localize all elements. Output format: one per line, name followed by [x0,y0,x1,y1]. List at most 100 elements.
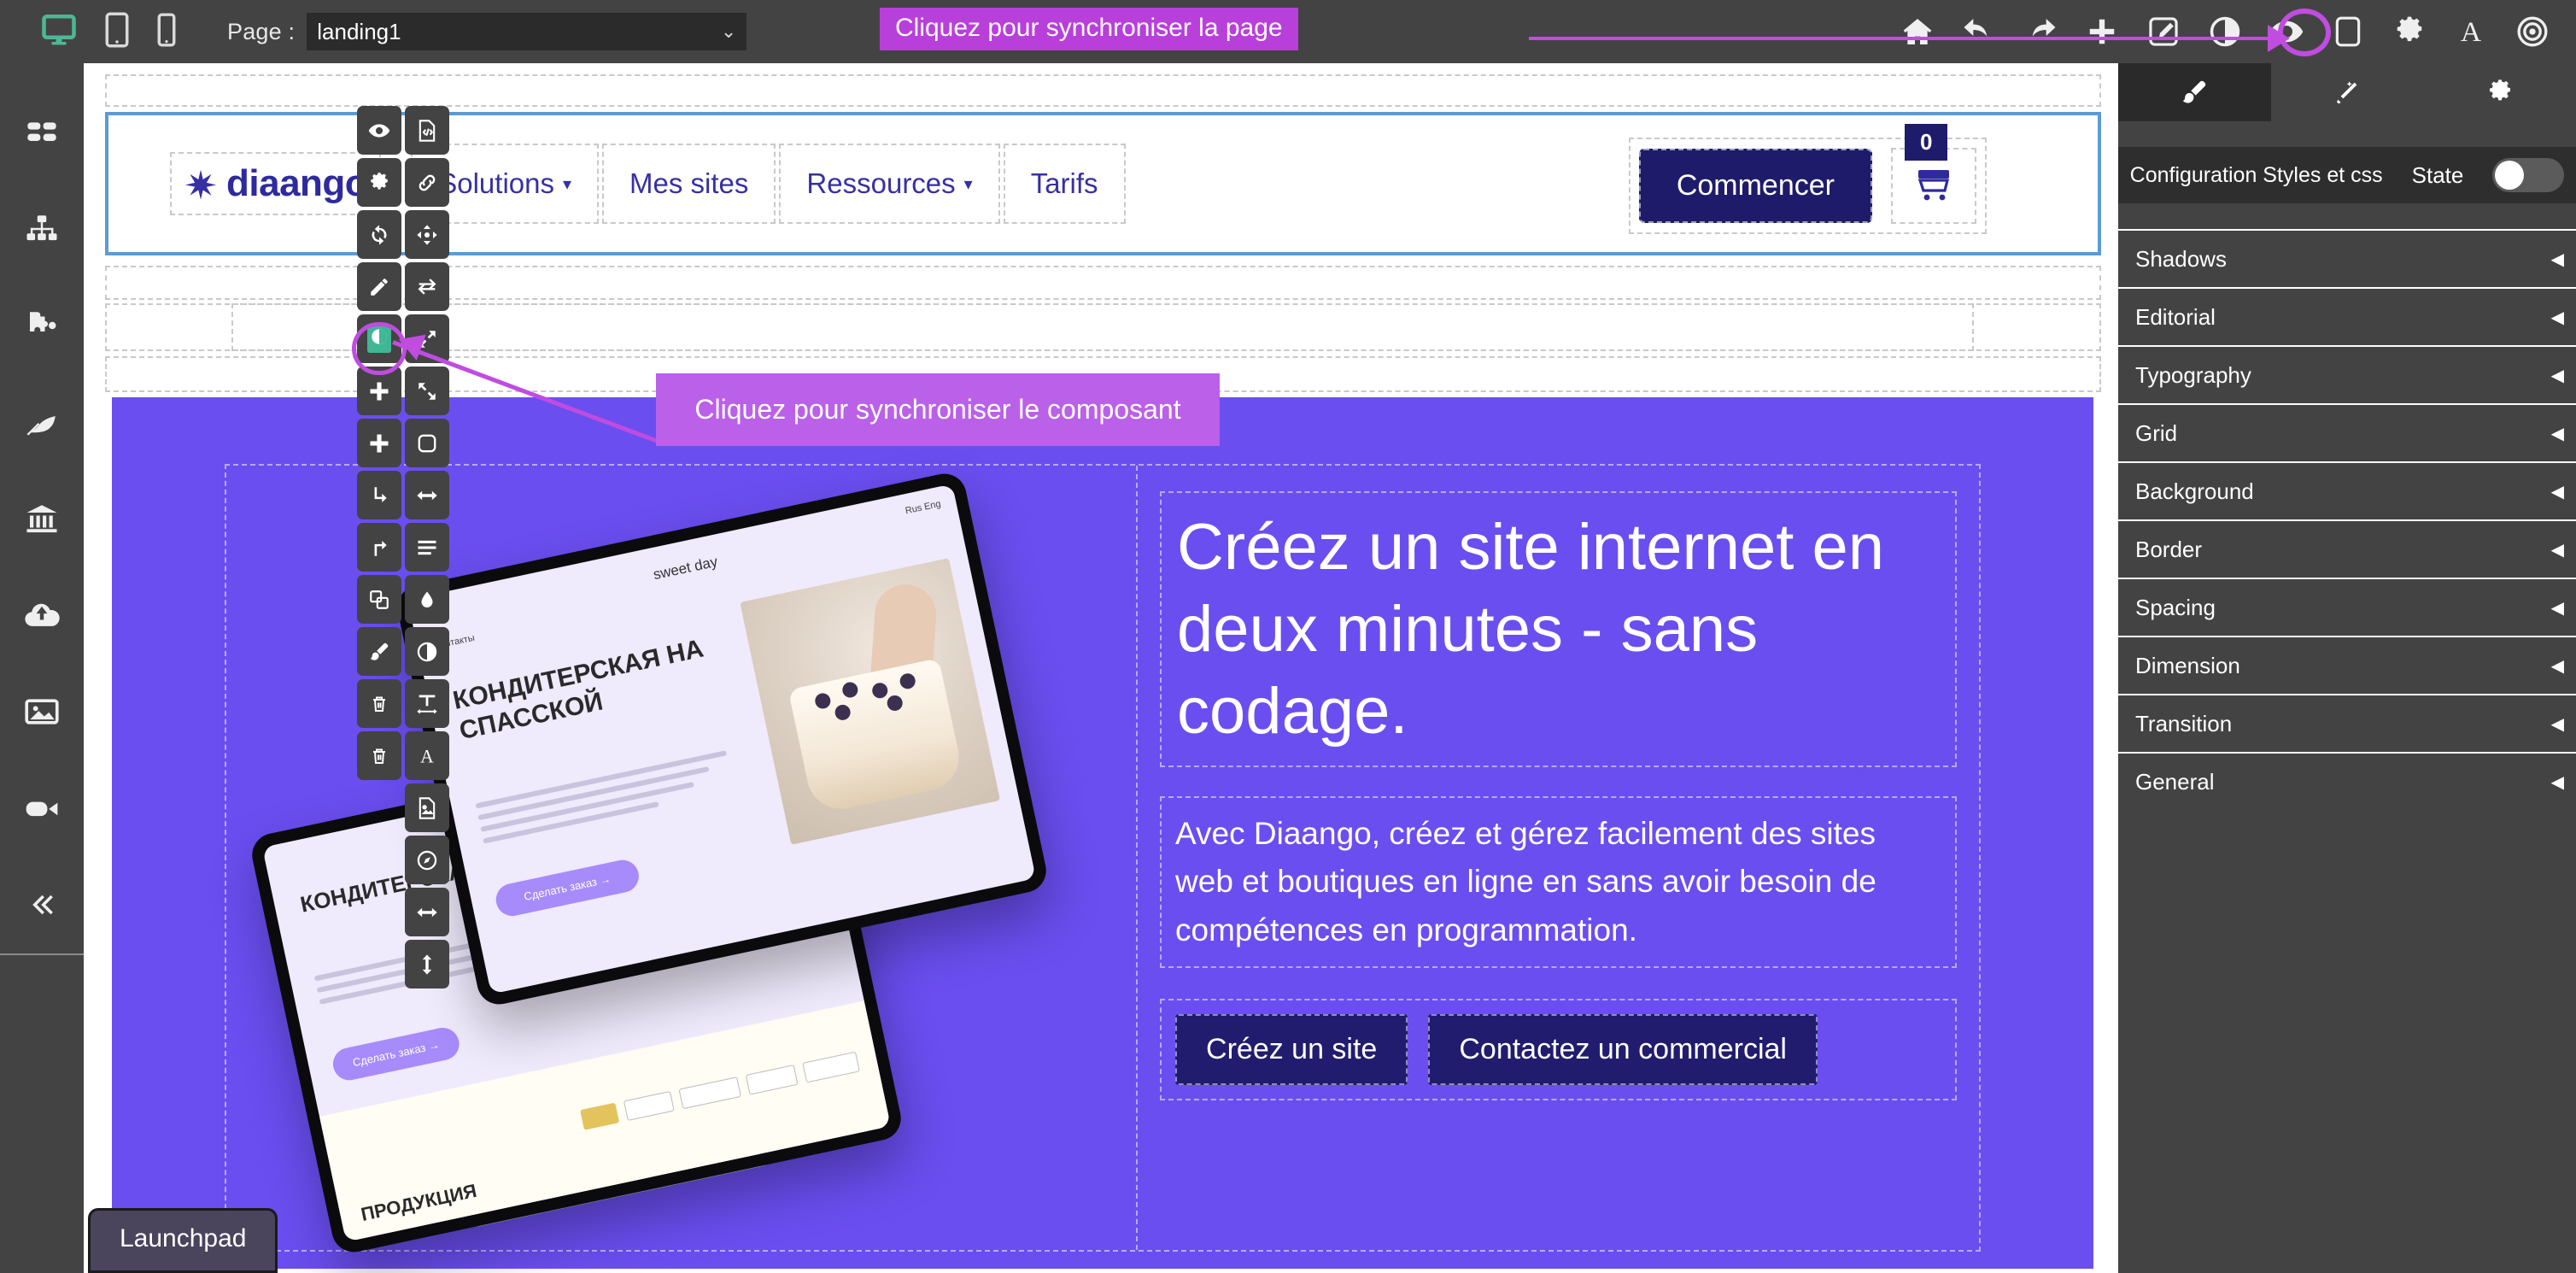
tab-styles[interactable] [2118,63,2271,121]
nav-label: Tarifs [1031,167,1098,200]
nav-item-ressources[interactable]: Ressources ▾ [779,144,999,224]
page-sync-pointer-line [1529,37,2280,40]
nav-item-tarifs[interactable]: Tarifs [1004,144,1126,224]
link-button[interactable] [405,158,449,207]
move-up-button[interactable] [357,523,401,572]
sidebar-item-library[interactable] [0,470,84,566]
hero-primary-button[interactable]: Créez un site [1175,1014,1408,1085]
tab-settings[interactable] [2423,63,2576,121]
edit-button[interactable] [357,262,401,311]
page-select[interactable]: landing1 ⌄ [307,13,746,50]
accordion-spacing[interactable]: Spacing ◀ [2118,578,2576,636]
letter-a-icon[interactable]: A [2451,12,2491,51]
launchpad-button[interactable]: Launchpad [88,1208,278,1273]
image-file-button[interactable] [405,783,449,832]
logo-text: diaango [226,162,367,205]
view-code-button[interactable] [405,106,449,155]
align-button[interactable] [405,523,449,572]
move-down-button[interactable] [357,471,401,519]
accordion-shadows[interactable]: Shadows ◀ [2118,229,2576,287]
sidebar-collapse[interactable] [0,857,84,953]
chevron-left-icon: ◀ [2551,307,2564,328]
settings-button[interactable] [357,158,401,207]
svg-text:A: A [2461,16,2481,48]
accordion-grid[interactable]: Grid ◀ [2118,403,2576,461]
state-label: State [2412,162,2464,189]
brush-button[interactable] [357,627,401,676]
home-icon[interactable] [1898,12,1937,51]
vsize-button[interactable] [405,940,449,988]
magic-wand-icon [2333,79,2361,106]
undo-icon[interactable] [1959,12,1999,51]
add-after-button[interactable] [357,419,401,467]
accordion-general[interactable]: General ◀ [2118,752,2576,810]
chevron-left-icon: ◀ [2551,539,2564,560]
plus-icon[interactable] [2082,12,2122,51]
text-size-button[interactable] [405,679,449,728]
page-label: Page : [227,19,295,45]
shopping-cart-icon [1912,165,1956,202]
chevron-left-icon: ◀ [2551,655,2564,677]
border-radius-button[interactable] [405,419,449,467]
accordion-label: Typography [2135,362,2251,389]
nav-item-mes-sites[interactable]: Mes sites [602,144,776,224]
sidebar-item-video[interactable] [0,760,84,857]
dropzone-b[interactable] [231,303,1974,351]
refresh-button[interactable] [357,210,401,259]
accordion-transition[interactable]: Transition ◀ [2118,694,2576,752]
hero-secondary-button[interactable]: Contactez un commercial [1428,1014,1818,1085]
accordion-dimension[interactable]: Dimension ◀ [2118,636,2576,694]
swap-button[interactable] [405,262,449,311]
toggle-visibility-button[interactable] [357,106,401,155]
contrast-icon[interactable] [2205,12,2245,51]
sidebar-item-sitemap[interactable] [0,180,84,277]
target-icon[interactable] [2513,12,2552,51]
width-button[interactable] [405,471,449,519]
color-fill-button[interactable] [405,575,449,624]
nav-label: Solutions [438,167,554,200]
asterisk-icon [184,166,218,202]
mobile-view-icon[interactable] [157,13,176,51]
sidebar-item-plugins[interactable] [0,277,84,373]
edit-square-icon[interactable] [2144,12,2183,51]
duplicate-button[interactable] [357,575,401,624]
gear-icon[interactable] [2390,12,2429,51]
chevron-left-icon: ◀ [2551,771,2564,793]
move-button[interactable] [405,210,449,259]
delete-all-button[interactable] [357,731,401,780]
chevron-left-icon: ◀ [2551,597,2564,619]
tab-effects[interactable] [2271,63,2424,121]
accordion-border[interactable]: Border ◀ [2118,519,2576,578]
tablet-view-icon[interactable] [104,12,130,52]
hero-paragraph[interactable]: Avec Diaango, créez et gérez facilement … [1160,796,1957,968]
accordion-editorial[interactable]: Editorial ◀ [2118,287,2576,345]
cart-widget[interactable]: 0 [1891,148,1976,224]
sidebar-item-upload[interactable] [0,567,84,664]
contrast2-button[interactable] [405,627,449,676]
desktop-view-icon[interactable] [41,12,77,52]
mockup-back-cta: Сделать заказ → [330,1024,462,1082]
font-button[interactable]: A [405,731,449,780]
sidebar-item-blocks[interactable] [0,84,84,180]
site-logo[interactable]: diaango [170,152,381,215]
hsize-button[interactable] [405,888,449,936]
dropzone-top[interactable] [105,74,2101,107]
hero-content: Créez un site internet en deux minutes -… [1138,466,1979,1250]
state-toggle[interactable] [2492,158,2564,192]
hero-heading[interactable]: Créez un site internet en deux minutes -… [1160,491,1957,767]
redo-icon[interactable] [2021,12,2060,51]
sidebar-item-images[interactable] [0,664,84,760]
compass-button[interactable] [405,836,449,884]
app-root: Page : landing1 ⌄ [0,0,2576,1273]
square-icon[interactable] [2328,12,2368,51]
commencer-button[interactable]: Commencer [1639,149,1872,223]
chevron-down-icon: ▾ [964,173,973,195]
collapse-button[interactable] [405,367,449,415]
delete-button[interactable] [357,679,401,728]
accordion-typography[interactable]: Typography ◀ [2118,345,2576,403]
top-right-actions: A [1898,0,2552,63]
accordion-label: Transition [2135,711,2232,737]
sidebar-item-nature[interactable] [0,373,84,470]
accordion-background[interactable]: Background ◀ [2118,461,2576,519]
mockup-cta-label: Сделать заказ → [493,857,641,919]
